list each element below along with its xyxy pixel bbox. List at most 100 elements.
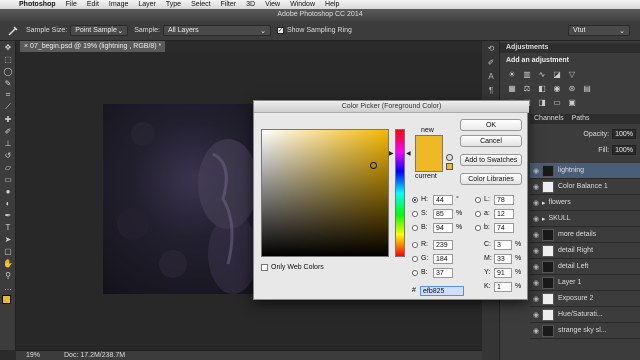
hue-input[interactable]: 44 (433, 194, 453, 205)
layer-thumbnail[interactable] (542, 228, 554, 241)
eyedropper-icon[interactable] (6, 24, 20, 38)
web-safe-swatch[interactable] (446, 163, 453, 170)
menu-3d[interactable]: 3D (241, 1, 260, 8)
layer-row[interactable]: ◉ Color Balance 1 (530, 179, 640, 195)
character-icon[interactable]: A (482, 69, 500, 83)
eraser-tool-icon[interactable]: ▱ (0, 161, 16, 173)
red-radio[interactable] (412, 241, 418, 248)
visibility-eye-icon[interactable]: ◉ (530, 311, 542, 319)
hand-tool-icon[interactable]: ✋ (0, 257, 16, 269)
zoom-level[interactable]: 19% (16, 352, 56, 359)
healing-tool-icon[interactable]: ✚ (0, 113, 16, 125)
hue-slider-right-arrow-icon[interactable]: ◀ (406, 150, 411, 157)
zoom-tool-icon[interactable]: ⚲ (0, 269, 16, 281)
visibility-eye-icon[interactable]: ◉ (530, 279, 542, 287)
stamp-tool-icon[interactable]: ⊥ (0, 137, 16, 149)
hex-input[interactable]: efb825 (420, 285, 464, 296)
blur-tool-icon[interactable]: ● (0, 185, 16, 197)
hue-slider[interactable] (395, 129, 405, 257)
layer-row[interactable]: ◉ Layer 1 (530, 275, 640, 291)
tab-paths[interactable]: Paths (568, 114, 594, 124)
hue-radio[interactable] (412, 196, 418, 203)
layer-thumbnail[interactable] (542, 308, 554, 321)
visibility-eye-icon[interactable]: ◉ (530, 215, 542, 223)
brightness-icon[interactable]: ☀ (506, 70, 518, 80)
crop-tool-icon[interactable]: ⌗ (0, 89, 16, 101)
menu-file[interactable]: File (61, 1, 82, 8)
sample-dropdown[interactable]: All Layers ⌄ (162, 25, 271, 36)
layer-thumbnail[interactable] (542, 260, 554, 273)
black-white-icon[interactable]: ◧ (536, 84, 548, 94)
menu-window[interactable]: Window (285, 1, 320, 8)
menu-select[interactable]: Select (186, 1, 215, 8)
brightness-input[interactable]: 94 (433, 222, 453, 233)
color-balance-icon[interactable]: ⚖ (521, 84, 533, 94)
show-sampling-ring-checkbox[interactable]: ✓ (276, 27, 284, 34)
layer-thumbnail[interactable] (542, 276, 554, 289)
history-brush-tool-icon[interactable]: ↺ (0, 149, 16, 161)
layer-row[interactable]: ◉ Exposure 2 (530, 291, 640, 307)
visibility-eye-icon[interactable]: ◉ (530, 263, 542, 271)
menu-image[interactable]: Image (104, 1, 133, 8)
ok-button[interactable]: OK (460, 119, 522, 131)
hue-saturation-icon[interactable]: ▦ (506, 84, 518, 94)
brush-settings-icon[interactable]: ✐ (482, 55, 500, 69)
group-chevron-icon[interactable]: ▸ (542, 199, 546, 207)
channel-mixer-icon[interactable]: ⊛ (566, 84, 578, 94)
layer-row[interactable]: ◉ lightning (530, 163, 640, 179)
group-chevron-icon[interactable]: ▸ (542, 215, 546, 223)
color-libraries-button[interactable]: Color Libraries (460, 173, 522, 185)
vibrance-icon[interactable]: ▽ (566, 70, 578, 80)
tab-channels[interactable]: Channels (530, 114, 568, 124)
opacity-input[interactable]: 100% (612, 129, 636, 139)
levels-icon[interactable]: ▥ (521, 70, 533, 80)
only-web-colors-checkbox[interactable] (261, 264, 268, 271)
eyedropper-tool-icon[interactable]: ⟋ (0, 101, 16, 113)
cyan-input[interactable]: 3 (494, 239, 512, 250)
photo-filter-icon[interactable]: ◉ (551, 84, 563, 94)
document-image[interactable] (103, 104, 258, 294)
quick-select-tool-icon[interactable]: ✎ (0, 77, 16, 89)
document-tab[interactable]: × 07_begin.psd @ 19% (lightning , RGB/8)… (20, 41, 165, 52)
color-field-picker[interactable] (370, 162, 377, 169)
brush-tool-icon[interactable]: ✐ (0, 125, 16, 137)
adjustments-tab[interactable]: Adjustments (500, 43, 640, 53)
layer-thumbnail[interactable] (542, 164, 554, 177)
layer-row[interactable]: ◉ detail Left (530, 259, 640, 275)
blue-radio[interactable] (412, 269, 418, 276)
saturation-radio[interactable] (412, 210, 418, 217)
layer-row[interactable]: ◉ detail Right (530, 243, 640, 259)
red-input[interactable]: 239 (433, 239, 453, 250)
menu-view[interactable]: View (260, 1, 285, 8)
visibility-eye-icon[interactable]: ◉ (530, 183, 542, 191)
fill-input[interactable]: 100% (612, 145, 636, 155)
layer-thumbnail[interactable] (542, 180, 554, 193)
foreground-color-swatch[interactable] (2, 295, 11, 304)
color-swatches-icon[interactable] (0, 293, 16, 313)
add-to-swatches-button[interactable]: Add to Swatches (460, 154, 522, 166)
menu-edit[interactable]: Edit (82, 1, 104, 8)
layer-row[interactable]: ◉ strange sky sl... (530, 323, 640, 339)
workspace-dropdown[interactable]: Vtut ⌄ (568, 25, 630, 36)
magenta-input[interactable]: 33 (494, 253, 512, 264)
visibility-eye-icon[interactable]: ◉ (530, 327, 542, 335)
visibility-eye-icon[interactable]: ◉ (530, 199, 542, 207)
visibility-eye-icon[interactable]: ◉ (530, 231, 542, 239)
yellow-input[interactable]: 91 (494, 267, 512, 278)
marquee-tool-icon[interactable]: ⬚ (0, 53, 16, 65)
visibility-eye-icon[interactable]: ◉ (530, 167, 542, 175)
pen-tool-icon[interactable]: ✒ (0, 209, 16, 221)
menu-photoshop[interactable]: Photoshop (14, 1, 61, 8)
path-select-tool-icon[interactable]: ➤ (0, 233, 16, 245)
history-icon[interactable]: ⟲ (482, 41, 500, 55)
lab-b-radio[interactable] (475, 224, 481, 231)
curves-icon[interactable]: ∿ (536, 70, 548, 80)
type-tool-icon[interactable]: T (0, 221, 16, 233)
blue-input[interactable]: 37 (433, 267, 453, 278)
lab-l-radio[interactable] (475, 196, 481, 203)
lab-l-input[interactable]: 78 (494, 194, 514, 205)
exposure-icon[interactable]: ◪ (551, 70, 563, 80)
more-tools-icon[interactable]: … (0, 281, 16, 293)
green-input[interactable]: 184 (433, 253, 453, 264)
out-of-gamut-icon[interactable] (446, 154, 453, 161)
